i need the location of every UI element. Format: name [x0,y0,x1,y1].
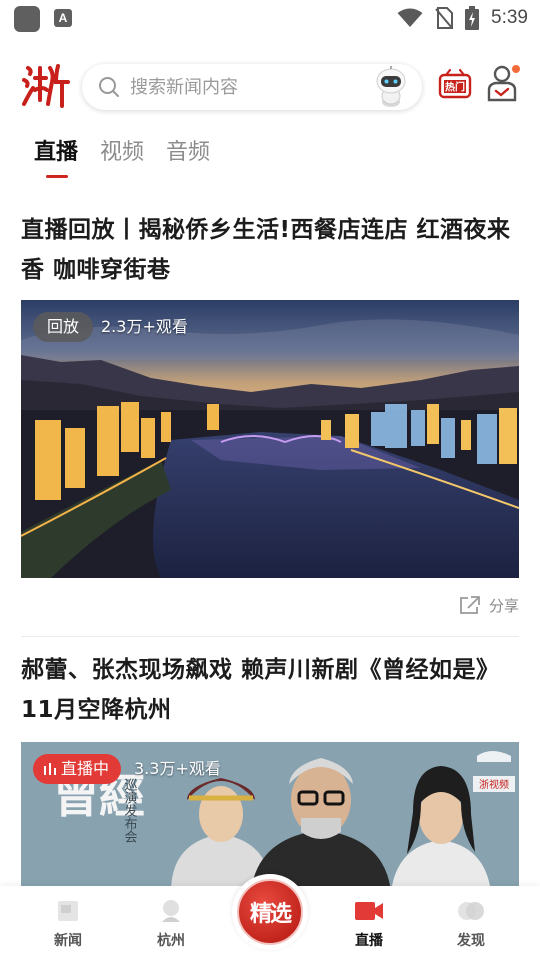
poster-subtitle: 巡演发布会 [122,778,138,843]
nav-news-label: 新闻 [54,933,82,949]
nav-news[interactable]: 新闻 [28,898,108,950]
viewer-count: 3.3万+观看 [134,759,221,778]
nav-hangzhou-label: 杭州 [157,933,185,949]
live-badge: 直播中 [33,754,122,784]
battery-charging-icon [465,6,480,30]
wifi-icon [397,8,423,27]
zhe-logo-mark [22,64,70,108]
notification-dot [512,65,520,73]
app-header: 热门 [0,58,540,118]
live-bars-icon [44,763,56,775]
article-thumbnail[interactable]: 曾經 巡演发布会 浙视频 直播中 3.3万+观看 [21,742,519,892]
nav-live-label: 直播 [355,933,383,949]
article-title[interactable]: 直播回放丨揭秘侨乡生活!西餐店连店 红酒夜来香 咖啡穿街巷 [21,210,519,290]
news-card[interactable]: 郝蕾、张杰现场飙戏 赖声川新剧《曾经如是》11月空降杭州 曾經 巡演发布会 浙视… [21,650,519,892]
news-card[interactable]: 直播回放丨揭秘侨乡生活!西餐店连店 红酒夜来香 咖啡穿街巷 回放 2.3万+观看… [21,210,519,615]
search-bar[interactable] [82,64,422,110]
nav-featured[interactable]: 精选 [232,874,308,950]
user-profile-button[interactable] [486,64,522,102]
text-notification-icon: A [54,9,72,27]
article-thumbnail[interactable]: 回放 2.3万+观看 [21,300,519,578]
viewer-count: 2.3万+观看 [101,317,188,336]
nav-live[interactable]: 直播 [329,898,409,950]
nav-discover[interactable]: 发现 [431,898,511,950]
hot-button[interactable]: 热门 [438,68,472,100]
app-notification-icon [14,6,40,32]
discover-icon [458,902,484,920]
live-badge-label: 直播中 [61,759,110,778]
tab-audio[interactable]: 音频 [166,136,210,172]
news-icon [58,901,78,921]
status-icons: 5:39 [397,4,528,32]
clock: 5:39 [491,7,528,28]
user-icon [487,65,520,102]
hot-label: 热门 [445,81,465,94]
robot-assistant-icon[interactable] [374,66,408,108]
share-button[interactable]: 分享 [459,592,519,618]
share-icon [460,596,480,614]
nav-hangzhou[interactable]: 杭州 [131,898,211,950]
replay-badge: 回放 [33,312,94,342]
city-night-image [21,300,519,578]
card-divider [21,636,519,637]
zhe-logo[interactable] [20,60,72,110]
live-camera-icon [355,902,383,920]
no-sim-icon [435,7,454,29]
share-label: 分享 [488,596,519,615]
status-bar: A 5:39 [0,0,540,36]
search-input[interactable] [130,64,360,110]
featured-icon: 精选 [237,879,303,945]
article-title[interactable]: 郝蕾、张杰现场飙戏 赖声川新剧《曾经如是》11月空降杭州 [21,650,519,730]
content-tabs: 直播 视频 音频 [34,136,210,178]
hot-icon: 热门 [438,68,472,99]
tab-video[interactable]: 视频 [100,136,144,172]
bottom-navigation: 新闻 杭州 精选 直播 发现 [0,874,540,960]
nav-discover-label: 发现 [457,933,485,949]
search-icon [99,77,119,97]
poster-brand: 浙视频 [479,778,509,791]
hangzhou-icon [162,900,180,922]
tab-live[interactable]: 直播 [34,136,78,178]
